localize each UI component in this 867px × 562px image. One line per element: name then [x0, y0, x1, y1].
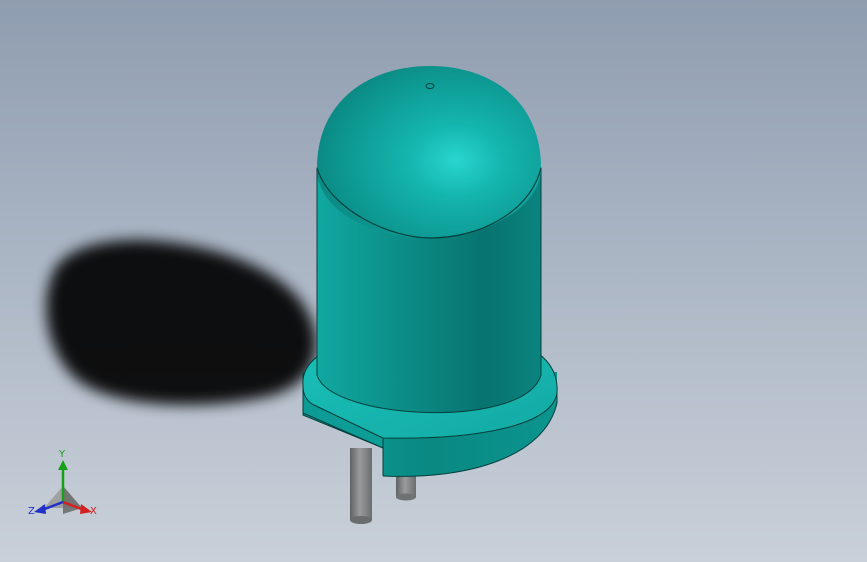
z-axis-label: Z	[28, 506, 35, 517]
reference-triad[interactable]: Y X Z	[26, 448, 106, 524]
x-axis-label: X	[90, 506, 97, 517]
led-dome	[316, 66, 542, 239]
model-view[interactable]	[0, 0, 867, 562]
y-axis-label: Y	[59, 449, 66, 460]
graphics-viewport[interactable]: Y X Z	[0, 0, 867, 562]
model-shadow	[46, 240, 317, 405]
